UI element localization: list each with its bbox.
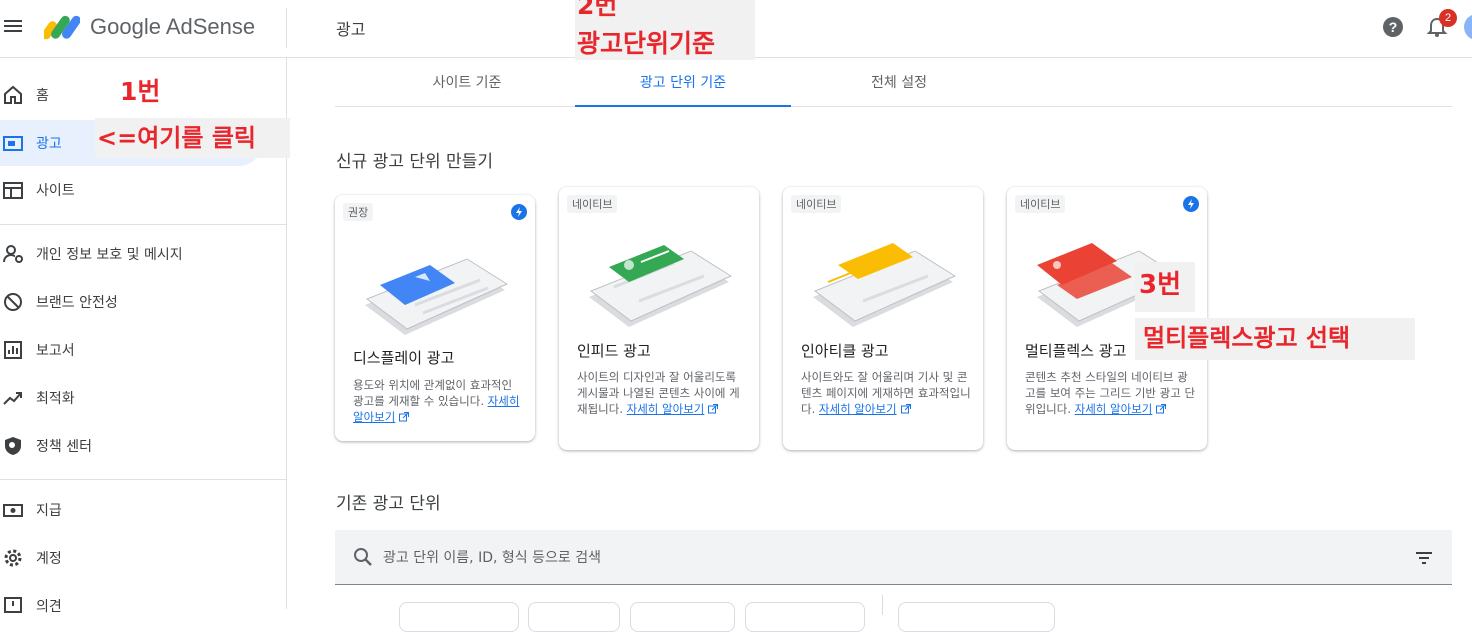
annotation-step2: 2번 광고단위기준	[575, 0, 755, 60]
sidebar-item-reports[interactable]: 보고서	[0, 327, 262, 373]
svg-text:?: ?	[1389, 19, 1398, 35]
card-title: 멀티플렉스 광고	[1025, 342, 1127, 360]
card-description: 용도와 위치에 관계없이 효과적인 광고를 게재할 수 있습니다. 자세히 알아…	[353, 377, 525, 425]
lightning-icon	[511, 204, 527, 220]
sidebar-item-label: 정책 센터	[36, 439, 92, 455]
filter-chip[interactable]	[898, 602, 1055, 632]
card-description: 사이트와도 잘 어울리며 기사 및 콘텐츠 페이지에 게재하면 효과적입니다. …	[801, 369, 973, 417]
tab-by-site[interactable]: 사이트 기준	[359, 60, 575, 107]
external-link-icon	[708, 404, 719, 414]
card-badge: 권장	[343, 203, 374, 221]
tab-bar: 사이트 기준 광고 단위 기준 전체 설정	[335, 60, 1452, 107]
filter-chip[interactable]	[630, 602, 735, 632]
learn-more-link[interactable]: 자세히 알아보기	[819, 402, 897, 416]
block-icon	[4, 293, 22, 311]
page-title: 광고	[336, 20, 366, 39]
sidebar-item-label: 브랜드 안전성	[36, 295, 118, 311]
card-title: 인아티클 광고	[801, 342, 889, 360]
existing-ad-units-heading: 기존 광고 단위	[336, 494, 441, 514]
sidebar-item-label: 사이트	[36, 183, 75, 199]
search-input[interactable]: 광고 단위 이름, ID, 형식 등으로 검색	[383, 547, 601, 567]
sidebar-item-account[interactable]: 계정	[0, 535, 262, 581]
logo-text[interactable]: Google AdSense	[90, 14, 255, 40]
sidebar-item-payments[interactable]: 지급	[0, 487, 262, 533]
ads-icon	[3, 136, 23, 151]
reports-icon	[4, 341, 22, 359]
external-link-icon	[1156, 404, 1167, 414]
policy-icon	[5, 437, 21, 455]
annotation-step1: 1번	[120, 77, 161, 106]
home-icon	[4, 85, 22, 104]
sidebar-item-label: 지급	[36, 503, 62, 519]
card-badge: 네이티브	[1015, 195, 1066, 213]
sidebar-divider	[0, 479, 287, 480]
new-ad-unit-heading: 신규 광고 단위 만들기	[336, 152, 493, 172]
display-ad-card[interactable]: 권장 디스플레이 광고 용도와 위치에 관계없이 효과적인 광고를 게재할 수 …	[335, 195, 535, 441]
header-divider	[286, 8, 287, 48]
notification-badge: 2	[1439, 9, 1457, 27]
tab-global-settings[interactable]: 전체 설정	[791, 60, 1007, 107]
sidebar-item-label: 최적화	[36, 391, 75, 407]
external-link-icon	[900, 404, 911, 414]
sidebar-item-label: 광고	[36, 136, 62, 152]
chip-divider	[882, 595, 883, 615]
gear-icon	[4, 549, 22, 567]
annotation-step2-title: 2번	[577, 0, 618, 20]
in-feed-ad-card[interactable]: 네이티브 인피드 광고 사이트의 디자인과 잘 어울리도록 게시물과 나열된 콘…	[559, 187, 759, 450]
annotation-step3-text: 멀티플렉스광고 선택	[1135, 318, 1415, 360]
phone-illustration-icon	[589, 245, 733, 327]
feedback-icon	[4, 597, 22, 613]
filter-chip[interactable]	[399, 602, 519, 632]
adsense-logo-icon[interactable]	[44, 12, 80, 42]
card-title: 인피드 광고	[577, 342, 651, 360]
external-link-icon	[399, 412, 410, 422]
filter-chip[interactable]	[745, 602, 865, 632]
payments-icon	[3, 504, 23, 517]
tab-by-ad-unit[interactable]: 광고 단위 기준	[575, 60, 791, 107]
trending-icon	[3, 392, 22, 405]
phone-illustration-icon	[365, 258, 509, 335]
sidebar-item-label: 개인 정보 보호 및 메시지	[36, 247, 183, 263]
search-icon	[354, 548, 372, 566]
annotation-step1-text: <=여기를 클릭	[95, 118, 290, 158]
sidebar-item-label: 홈	[36, 88, 49, 104]
sidebar-item-optimization[interactable]: 최적화	[0, 375, 262, 421]
card-badge: 네이티브	[567, 195, 618, 213]
annotation-step3-title: 3번	[1135, 262, 1195, 312]
sidebar-item-feedback[interactable]: 의견	[0, 583, 262, 629]
ad-unit-search[interactable]: 광고 단위 이름, ID, 형식 등으로 검색	[335, 530, 1452, 585]
lightning-icon	[1183, 196, 1199, 212]
sidebar-item-label: 의견	[36, 599, 62, 615]
card-description: 사이트의 디자인과 잘 어울리도록 게시물과 나열된 콘텐츠 사이에 게재됩니다…	[577, 369, 749, 417]
card-title: 디스플레이 광고	[353, 349, 455, 367]
sidebar-item-policy-center[interactable]: 정책 센터	[0, 423, 262, 469]
sites-icon	[3, 182, 23, 199]
sidebar-item-brand-safety[interactable]: 브랜드 안전성	[0, 279, 262, 325]
learn-more-link[interactable]: 자세히 알아보기	[627, 402, 705, 416]
sidebar-item-sites[interactable]: 사이트	[0, 167, 262, 213]
privacy-icon	[3, 245, 23, 263]
sidebar-item-privacy[interactable]: 개인 정보 보호 및 메시지	[0, 231, 262, 277]
sidebar-item-label: 계정	[36, 551, 62, 567]
avatar[interactable]	[1464, 14, 1472, 40]
phone-illustration-icon	[813, 243, 957, 327]
filter-icon[interactable]	[1414, 548, 1434, 568]
learn-more-link[interactable]: 자세히 알아보기	[1075, 402, 1153, 416]
help-icon[interactable]: ?	[1382, 16, 1404, 38]
card-description: 콘텐츠 추천 스타일의 네이티브 광고를 보여 주는 그리드 기반 광고 단위입…	[1025, 369, 1197, 417]
annotation-step2-text: 광고단위기준	[577, 29, 716, 58]
card-badge: 네이티브	[791, 195, 842, 213]
menu-icon[interactable]	[4, 17, 24, 35]
filter-chip[interactable]	[528, 602, 620, 632]
sidebar-item-label: 보고서	[36, 343, 75, 359]
in-article-ad-card[interactable]: 네이티브 인아티클 광고 사이트와도 잘 어울리며 기사 및 콘텐츠 페이지에 …	[783, 187, 983, 450]
sidebar-divider	[0, 224, 287, 225]
